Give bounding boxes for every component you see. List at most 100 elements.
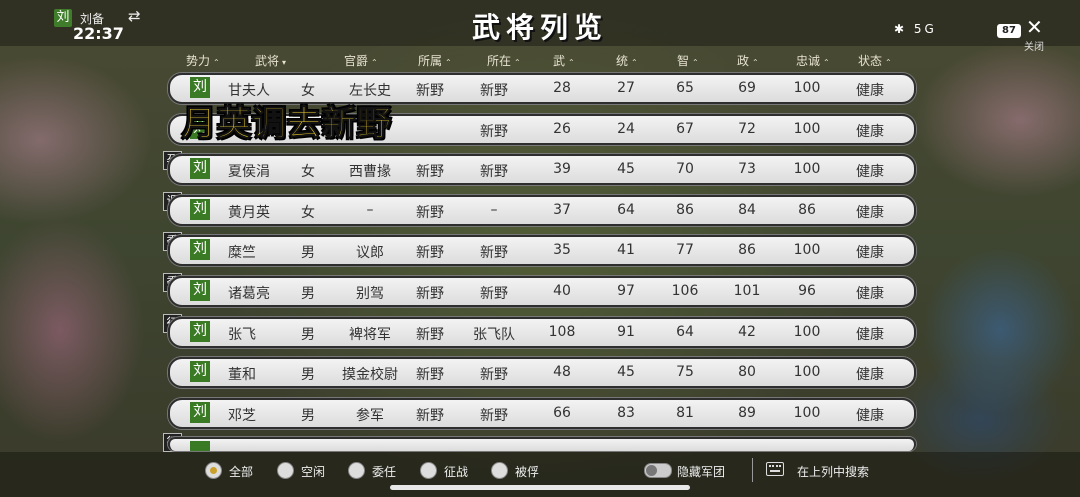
table-row[interactable]: 刘 糜竺 男 议郎 新野 新野 35 41 77 86 100 健康 (168, 235, 916, 266)
cell-tong: 45 (617, 161, 635, 177)
filter-radio[interactable] (205, 462, 222, 479)
cell-name: 邓芝 (228, 408, 256, 424)
hide-army-label[interactable]: 隐藏军团 (677, 463, 725, 480)
cell-name: 张飞 (228, 327, 256, 343)
faction-flag: 刘 (190, 239, 210, 260)
column-header[interactable]: 状态 ⌃ (858, 52, 892, 69)
hide-army-toggle[interactable] (644, 463, 672, 478)
cell-tong: 91 (617, 324, 635, 340)
cell-loyalty: 100 (793, 80, 821, 96)
cell-tong: 41 (617, 242, 635, 258)
cell-location: 新野 (480, 367, 508, 383)
cell-rank: – (366, 202, 374, 218)
table-row[interactable]: 刘 诸葛亮 男 别驾 新野 新野 40 97 106 101 96 健康 (168, 276, 916, 307)
search-in-list-button[interactable]: 在上列中搜索 (797, 463, 869, 480)
cell-zhi: 67 (676, 121, 694, 137)
cell-zheng: 72 (738, 121, 756, 137)
column-header[interactable]: 所属 ⌃ (418, 52, 452, 69)
column-header[interactable]: 武 ⌃ (553, 52, 575, 69)
sort-icon: ⌃ (371, 58, 378, 67)
cell-location: 新野 (480, 83, 508, 99)
table-row[interactable]: 刘 董和 男 摸金校尉 新野 新野 48 45 75 80 100 健康 (168, 357, 916, 388)
cell-zheng: 89 (738, 405, 756, 421)
sort-icon: ⌃ (823, 58, 830, 67)
column-header[interactable]: 官爵 ⌃ (344, 52, 378, 69)
cell-state: 健康 (856, 327, 884, 343)
close-label[interactable]: 关闭 (1024, 38, 1044, 53)
cell-state: 健康 (856, 83, 884, 99)
filter-label[interactable]: 全部 (229, 463, 253, 480)
cell-name: 夏侯涓 (228, 164, 270, 180)
table-row[interactable]: 刘 邓芝 男 参军 新野 新野 66 83 81 89 100 健康 (168, 398, 916, 429)
filter-radio[interactable] (420, 462, 437, 479)
close-icon[interactable]: ✕ (1026, 15, 1043, 39)
column-header[interactable]: 智 ⌃ (677, 52, 699, 69)
table-row[interactable]: 刘 张飞 男 裨将军 新野 张飞队 108 91 64 42 100 健康 (168, 317, 916, 348)
cell-zheng: 73 (738, 161, 756, 177)
sort-icon: ⌃ (692, 58, 699, 67)
sort-icon: ⌃ (752, 58, 759, 67)
cell-zhi: 65 (676, 80, 694, 96)
filter-label[interactable]: 委任 (372, 463, 396, 480)
cell-tong: 24 (617, 121, 635, 137)
cell-wu: 39 (553, 161, 571, 177)
cell-wu: 28 (553, 80, 571, 96)
cell-zheng: 84 (738, 202, 756, 218)
cell-belong: 新野 (416, 83, 444, 99)
cell-location: 新野 (480, 124, 508, 140)
sort-icon: ⌃ (445, 58, 452, 67)
home-indicator[interactable] (390, 485, 690, 490)
cell-loyalty: 100 (793, 364, 821, 380)
cell-wu: 37 (553, 202, 571, 218)
sort-icon: ⌃ (631, 58, 638, 67)
cell-rank: 别驾 (356, 286, 384, 302)
cell-zhi: 70 (676, 161, 694, 177)
filter-label[interactable]: 被俘 (515, 463, 539, 480)
filter-label[interactable]: 空闲 (301, 463, 325, 480)
column-header[interactable]: 势力 ⌃ (186, 52, 220, 69)
cell-loyalty: 100 (793, 405, 821, 421)
cell-location: 新野 (480, 164, 508, 180)
cell-loyalty: 100 (793, 324, 821, 340)
cell-rank: 议郎 (356, 245, 384, 261)
column-header[interactable]: 所在 ⌃ (487, 52, 521, 69)
cell-name: 董和 (228, 367, 256, 383)
cell-belong: 新野 (416, 327, 444, 343)
cell-loyalty: 86 (798, 202, 816, 218)
column-header[interactable]: 政 ⌃ (737, 52, 759, 69)
cell-loyalty: 96 (798, 283, 816, 299)
sort-icon: ⌃ (568, 58, 575, 67)
cell-location: 新野 (480, 245, 508, 261)
cell-belong: 新野 (416, 245, 444, 261)
filter-label[interactable]: 征战 (444, 463, 468, 480)
keyboard-icon[interactable] (766, 462, 784, 476)
cell-zheng: 80 (738, 364, 756, 380)
cell-wu: 35 (553, 242, 571, 258)
swap-icon[interactable]: ⇄ (128, 7, 141, 25)
lord-faction-flag[interactable]: 刘 (54, 9, 72, 27)
cell-wu: 40 (553, 283, 571, 299)
cell-zheng: 86 (738, 242, 756, 258)
column-header[interactable]: 忠诚 ⌃ (796, 52, 830, 69)
faction-flag: 刘 (190, 280, 210, 301)
cell-gender: 男 (301, 408, 315, 424)
table-row[interactable]: 刘 夏侯涓 女 西曹掾 新野 新野 39 45 70 73 100 健康 (168, 154, 916, 185)
filter-radio[interactable] (348, 462, 365, 479)
cell-state: 健康 (856, 124, 884, 140)
cell-belong: 新野 (416, 164, 444, 180)
sort-icon: ⌃ (885, 58, 892, 67)
cell-gender: 女 (301, 205, 315, 221)
cell-tong: 83 (617, 405, 635, 421)
table-row-partial[interactable] (168, 437, 916, 451)
status-bar-icons: ✱ 5G (894, 22, 937, 36)
filter-radio[interactable] (277, 462, 294, 479)
cell-belong: 新野 (416, 205, 444, 221)
cell-tong: 64 (617, 202, 635, 218)
cell-gender: 男 (301, 286, 315, 302)
column-header[interactable]: 统 ⌃ (616, 52, 638, 69)
table-row[interactable]: 刘 黄月英 女 – 新野 – 37 64 86 84 86 健康 (168, 195, 916, 226)
column-header[interactable]: 武将 ▾ (255, 52, 286, 69)
sort-icon: ⌃ (514, 58, 521, 67)
filter-radio[interactable] (491, 462, 508, 479)
cell-wu: 48 (553, 364, 571, 380)
